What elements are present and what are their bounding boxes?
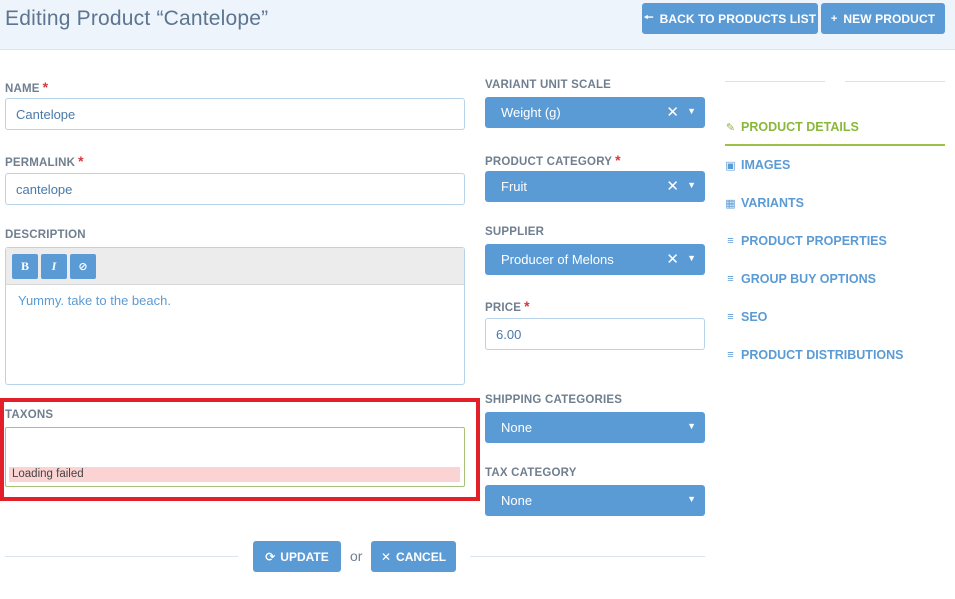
supplier-value: Producer of Melons	[501, 252, 614, 267]
bold-button[interactable]: B	[12, 253, 38, 279]
variant-unit-scale-label: VARIANT UNIT SCALE	[485, 79, 612, 91]
sidebar-item-product-properties[interactable]: ≡ PRODUCT PROPERTIES	[725, 234, 887, 248]
update-button[interactable]: ⟳ UPDATE	[253, 541, 341, 572]
variant-unit-scale-value: Weight (g)	[501, 105, 561, 120]
description-textarea[interactable]: Yummy. take to the beach.	[6, 285, 464, 316]
list-icon: ≡	[727, 349, 734, 361]
shipping-categories-value: None	[501, 420, 533, 435]
sidebar-item-group-buy-options[interactable]: ≡ GROUP BUY OPTIONS	[725, 272, 876, 286]
list-icon: ≡	[727, 273, 734, 285]
clear-icon[interactable]: ✕	[666, 177, 679, 195]
taxons-highlight-box	[0, 398, 480, 501]
sidebar-item-label: IMAGES	[741, 158, 791, 172]
name-label: NAME *	[5, 79, 49, 95]
shipping-categories-select[interactable]: None ▼	[485, 412, 705, 443]
page-title: Editing Product “Cantelope”	[5, 7, 269, 30]
product-category-label: PRODUCT CATEGORY *	[485, 152, 621, 168]
plus-icon: +	[830, 12, 838, 25]
close-icon: ✕	[380, 549, 392, 564]
back-to-products-button[interactable]: 🠔 BACK TO PRODUCTS LIST	[642, 3, 818, 34]
sidebar-item-product-distributions[interactable]: ≡ PRODUCT DISTRIBUTIONS	[725, 348, 904, 362]
editor-toolbar: B I ⊘	[6, 248, 464, 285]
divider-left	[5, 556, 238, 557]
sidebar-item-variants[interactable]: ▦ VARIANTS	[725, 196, 804, 210]
page-header: Editing Product “Cantelope” 🠔 BACK TO PR…	[0, 0, 955, 50]
sidebar-item-images[interactable]: ▣ IMAGES	[725, 158, 790, 172]
sidebar-item-label: GROUP BUY OPTIONS	[741, 272, 876, 286]
price-label: PRICE *	[485, 298, 530, 314]
list-icon: ≡	[727, 235, 734, 247]
new-product-button[interactable]: + NEW PRODUCT	[821, 3, 945, 34]
clear-format-button[interactable]: ⊘	[70, 253, 96, 279]
italic-button[interactable]: I	[41, 253, 67, 279]
sidebar-divider-left	[725, 81, 825, 82]
caret-down-icon: ▼	[687, 106, 696, 116]
description-editor: B I ⊘ Yummy. take to the beach.	[5, 247, 465, 385]
refresh-icon: ⟳	[265, 549, 276, 564]
cancel-label: CANCEL	[396, 549, 447, 564]
cancel-button[interactable]: ✕ CANCEL	[371, 541, 456, 572]
tax-category-select[interactable]: None ▼	[485, 485, 705, 516]
permalink-input[interactable]: cantelope	[5, 173, 465, 205]
shipping-categories-label: SHIPPING CATEGORIES	[485, 394, 623, 406]
sidebar-item-label: VARIANTS	[741, 196, 804, 210]
update-label: UPDATE	[280, 549, 329, 564]
product-category-select[interactable]: Fruit ✕ ▼	[485, 171, 705, 202]
new-product-label: NEW PRODUCT	[843, 11, 936, 26]
grid-icon: ▦	[725, 197, 736, 210]
or-text: or	[350, 548, 363, 564]
image-icon: ▣	[725, 159, 736, 172]
tax-category-value: None	[501, 493, 533, 508]
product-category-value: Fruit	[501, 179, 527, 194]
sidebar-divider-right	[845, 81, 945, 82]
active-tab-underline	[725, 144, 945, 146]
sidebar-item-label: PRODUCT DISTRIBUTIONS	[741, 348, 904, 362]
name-input[interactable]: Cantelope	[5, 98, 465, 130]
divider-right	[470, 556, 705, 557]
variant-unit-scale-select[interactable]: Weight (g) ✕ ▼	[485, 97, 705, 128]
caret-down-icon: ▼	[687, 180, 696, 190]
clear-icon[interactable]: ✕	[666, 250, 679, 268]
sidebar-item-product-details[interactable]: ✎ PRODUCT DETAILS	[725, 120, 859, 134]
back-to-products-label: BACK TO PRODUCTS LIST	[659, 11, 817, 26]
permalink-label: PERMALINK *	[5, 153, 84, 169]
price-input[interactable]: 6.00	[485, 318, 705, 350]
clear-icon[interactable]: ✕	[666, 103, 679, 121]
supplier-label: SUPPLIER	[485, 226, 545, 238]
caret-down-icon: ▼	[687, 253, 696, 263]
sidebar-item-label: PRODUCT DETAILS	[741, 120, 859, 134]
supplier-select[interactable]: Producer of Melons ✕ ▼	[485, 244, 705, 275]
sidebar-item-seo[interactable]: ≡ SEO	[725, 310, 767, 324]
arrow-left-icon: 🠔	[643, 12, 654, 24]
sidebar-item-label: SEO	[741, 310, 768, 324]
edit-icon: ✎	[725, 121, 736, 134]
description-label: DESCRIPTION	[5, 229, 86, 241]
sidebar-item-label: PRODUCT PROPERTIES	[741, 234, 887, 248]
tax-category-label: TAX CATEGORY	[485, 467, 577, 479]
list-icon: ≡	[727, 311, 734, 323]
caret-down-icon: ▼	[687, 494, 696, 504]
caret-down-icon: ▼	[687, 421, 696, 431]
